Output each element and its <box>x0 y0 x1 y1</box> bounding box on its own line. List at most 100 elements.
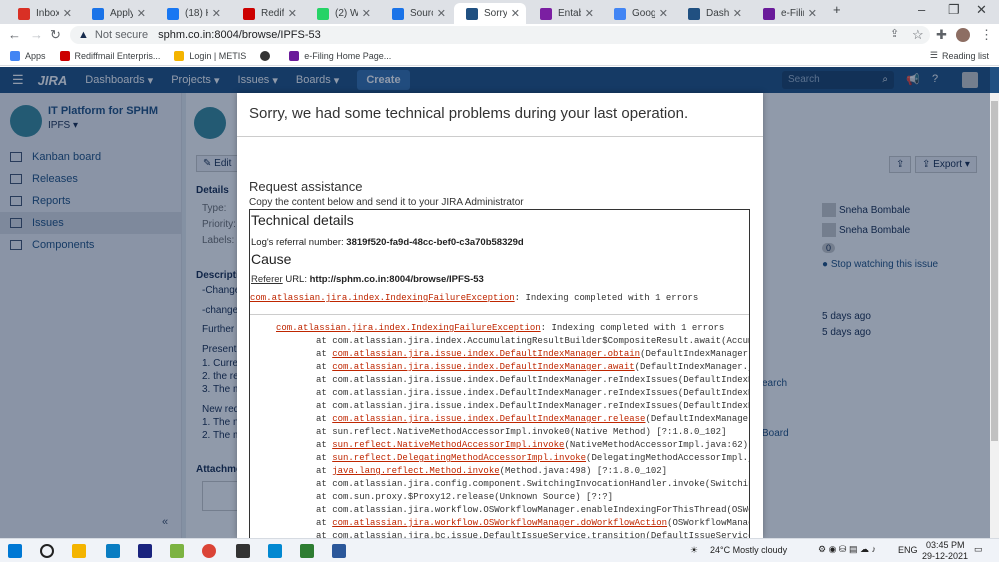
browser-tab[interactable]: Rediffma ✕ <box>231 3 303 24</box>
exception-class-link[interactable]: com.atlassian.jira.index.IndexingFailure… <box>250 293 515 303</box>
store-icon[interactable] <box>106 544 120 558</box>
bookmarks-bar: Apps Rediffmail Enterpris... Login | MET… <box>0 46 999 66</box>
trace-link[interactable]: com.atlassian.jira.issue.index.DefaultIn… <box>332 414 645 424</box>
trace-link[interactable]: com.atlassian.jira.issue.index.DefaultIn… <box>332 362 634 372</box>
tab-close-icon[interactable]: ✕ <box>437 7 446 20</box>
scrollbar-thumb[interactable] <box>991 101 998 441</box>
dialog-header: Sorry, we had some technical problems du… <box>237 93 763 137</box>
trace-at: at <box>316 388 333 398</box>
app-icon[interactable] <box>138 544 152 558</box>
tab-close-icon[interactable]: ✕ <box>585 7 594 20</box>
referer-url: http://sphm.co.in:8004/browse/IPFS-53 <box>309 274 484 285</box>
chrome-icon[interactable] <box>202 544 216 558</box>
minimize-icon[interactable]: – <box>918 2 925 17</box>
omnibox[interactable]: ▲ Not secure sphm.co.in:8004/browse/IPFS… <box>70 26 930 44</box>
apps-icon <box>10 50 20 61</box>
tab-close-icon[interactable]: ✕ <box>212 7 221 20</box>
app-icon[interactable] <box>236 544 250 558</box>
app-icon[interactable] <box>300 544 314 558</box>
tab-close-icon[interactable]: ✕ <box>362 7 371 20</box>
tab-close-icon[interactable]: ✕ <box>137 7 146 20</box>
star-icon[interactable]: ☆ <box>912 27 924 43</box>
tab-close-icon[interactable]: ✕ <box>63 7 72 20</box>
close-window-icon[interactable]: ✕ <box>976 2 987 18</box>
bookmark-rediffmail[interactable]: Rediffmail Enterpris... <box>59 50 160 61</box>
tab-close-icon[interactable]: ✕ <box>511 7 520 20</box>
trace-at: at <box>316 440 333 450</box>
tab-label: e-Filing H <box>781 8 804 19</box>
weather-text[interactable]: 24°C Mostly cloudy <box>710 545 787 555</box>
exception-message: : Indexing completed with 1 errors <box>514 293 699 303</box>
tab-label: Rediffma <box>261 8 284 19</box>
browser-tab[interactable]: (18) Him ✕ <box>155 3 227 24</box>
maximize-icon[interactable]: ❐ <box>948 2 960 18</box>
notification-icon[interactable]: ▭ <box>974 544 983 555</box>
extensions-icon[interactable]: ✚ <box>936 27 947 43</box>
file-explorer-icon[interactable] <box>72 544 86 558</box>
clock-date[interactable]: 29-12-2021 <box>922 551 968 561</box>
tab-favicon-icon <box>392 7 404 20</box>
browser-tab[interactable]: (2) What ✕ <box>305 3 377 24</box>
trace-text: com.atlassian.jira.issue.index.DefaultIn… <box>332 388 750 398</box>
bookmark-globe[interactable] <box>260 50 275 61</box>
tab-close-icon[interactable]: ✕ <box>659 7 668 20</box>
trace-line: at com.atlassian.jira.issue.index.Defaul… <box>276 387 750 400</box>
trace-link[interactable]: com.atlassian.jira.workflow.OSWorkflowMa… <box>332 518 667 528</box>
divider <box>250 314 749 315</box>
trace-link[interactable]: sun.reflect.DelegatingMethodAccessorImpl… <box>332 453 586 463</box>
url-text[interactable]: sphm.co.in:8004/browse/IPFS-53 <box>158 29 321 41</box>
trace-link[interactable]: java.lang.reflect.Method.invoke <box>332 466 499 476</box>
browser-tab[interactable]: Sorry, we ✕ <box>454 3 526 24</box>
trace-at: at <box>316 479 333 489</box>
tab-label: (2) What <box>335 8 358 19</box>
trace-at: at <box>316 453 333 463</box>
reload-icon[interactable]: ↻ <box>50 27 61 43</box>
trace-line: at com.sun.proxy.$Proxy12.release(Unknow… <box>276 491 749 504</box>
reading-list-icon: ☰ <box>929 50 938 60</box>
bookmark-label: Apps <box>25 50 46 61</box>
search-icon[interactable] <box>40 544 54 558</box>
browser-tab[interactable]: Source c ✕ <box>380 3 452 24</box>
trace-line: at com.atlassian.jira.issue.index.Defaul… <box>276 374 749 387</box>
app-icon[interactable] <box>170 544 184 558</box>
technical-details-box[interactable]: Technical details Log's referral number:… <box>249 209 750 538</box>
technical-details-heading: Technical details <box>251 212 354 228</box>
trace-link[interactable]: sun.reflect.NativeMethodAccessorImpl.inv… <box>332 440 564 450</box>
tab-close-icon[interactable]: ✕ <box>808 7 817 20</box>
browser-tab[interactable]: Entab - C ✕ <box>528 3 600 24</box>
globe-icon <box>260 50 271 61</box>
new-tab-button[interactable]: + <box>833 2 841 17</box>
profile-avatar[interactable] <box>956 28 970 42</box>
referral-line: Log's referral number: 3819f520-fa9d-48c… <box>251 237 749 248</box>
trace-line: at com.atlassian.jira.issue.index.Defaul… <box>276 400 749 413</box>
trace-text: com.atlassian.jira.bc.issue.DefaultIssue… <box>332 531 750 538</box>
trace-head-link[interactable]: com.atlassian.jira.index.IndexingFailure… <box>276 323 541 333</box>
back-icon[interactable]: ← <box>8 27 21 42</box>
menu-icon[interactable]: ⋮ <box>980 27 993 43</box>
language-indicator[interactable]: ENG <box>898 545 918 555</box>
share-icon[interactable]: ⇪ <box>890 27 899 40</box>
clock-time[interactable]: 03:45 PM <box>926 540 965 550</box>
app-icon[interactable] <box>268 544 282 558</box>
browser-tab-bar: Inbox (4,6✕Apply Cc✕(18) Him✕Rediffma✕(2… <box>0 0 999 24</box>
browser-tab[interactable]: Inbox (4,6 ✕ <box>6 3 78 24</box>
trace-link[interactable]: com.atlassian.jira.issue.index.DefaultIn… <box>332 349 640 359</box>
reading-list-label: Reading list <box>941 50 989 61</box>
browser-tab[interactable]: Dashboa ✕ <box>676 3 748 24</box>
tab-close-icon[interactable]: ✕ <box>288 7 297 20</box>
browser-tab[interactable]: e-Filing H ✕ <box>751 3 823 24</box>
bookmark-efiling[interactable]: e-Filing Home Page... <box>289 50 391 61</box>
browser-tab[interactable]: Apply Cc ✕ <box>80 3 152 24</box>
forward-icon[interactable]: → <box>30 27 43 42</box>
trace-at: at <box>316 466 333 476</box>
tray-icons[interactable]: ⚙ ◉ ⛁ ▤ ☁ ♪ <box>818 544 876 555</box>
reading-list[interactable]: ☰ Reading list <box>930 50 989 61</box>
bookmark-apps[interactable]: Apps <box>10 50 46 61</box>
bookmark-metis[interactable]: Login | METIS <box>174 50 247 61</box>
tab-close-icon[interactable]: ✕ <box>733 7 742 20</box>
bookmark-label: Login | METIS <box>189 50 247 61</box>
page-scrollbar[interactable] <box>990 93 999 538</box>
word-icon[interactable] <box>332 544 346 558</box>
browser-tab[interactable]: Google F ✕ <box>602 3 674 24</box>
windows-start-icon[interactable] <box>8 544 22 558</box>
